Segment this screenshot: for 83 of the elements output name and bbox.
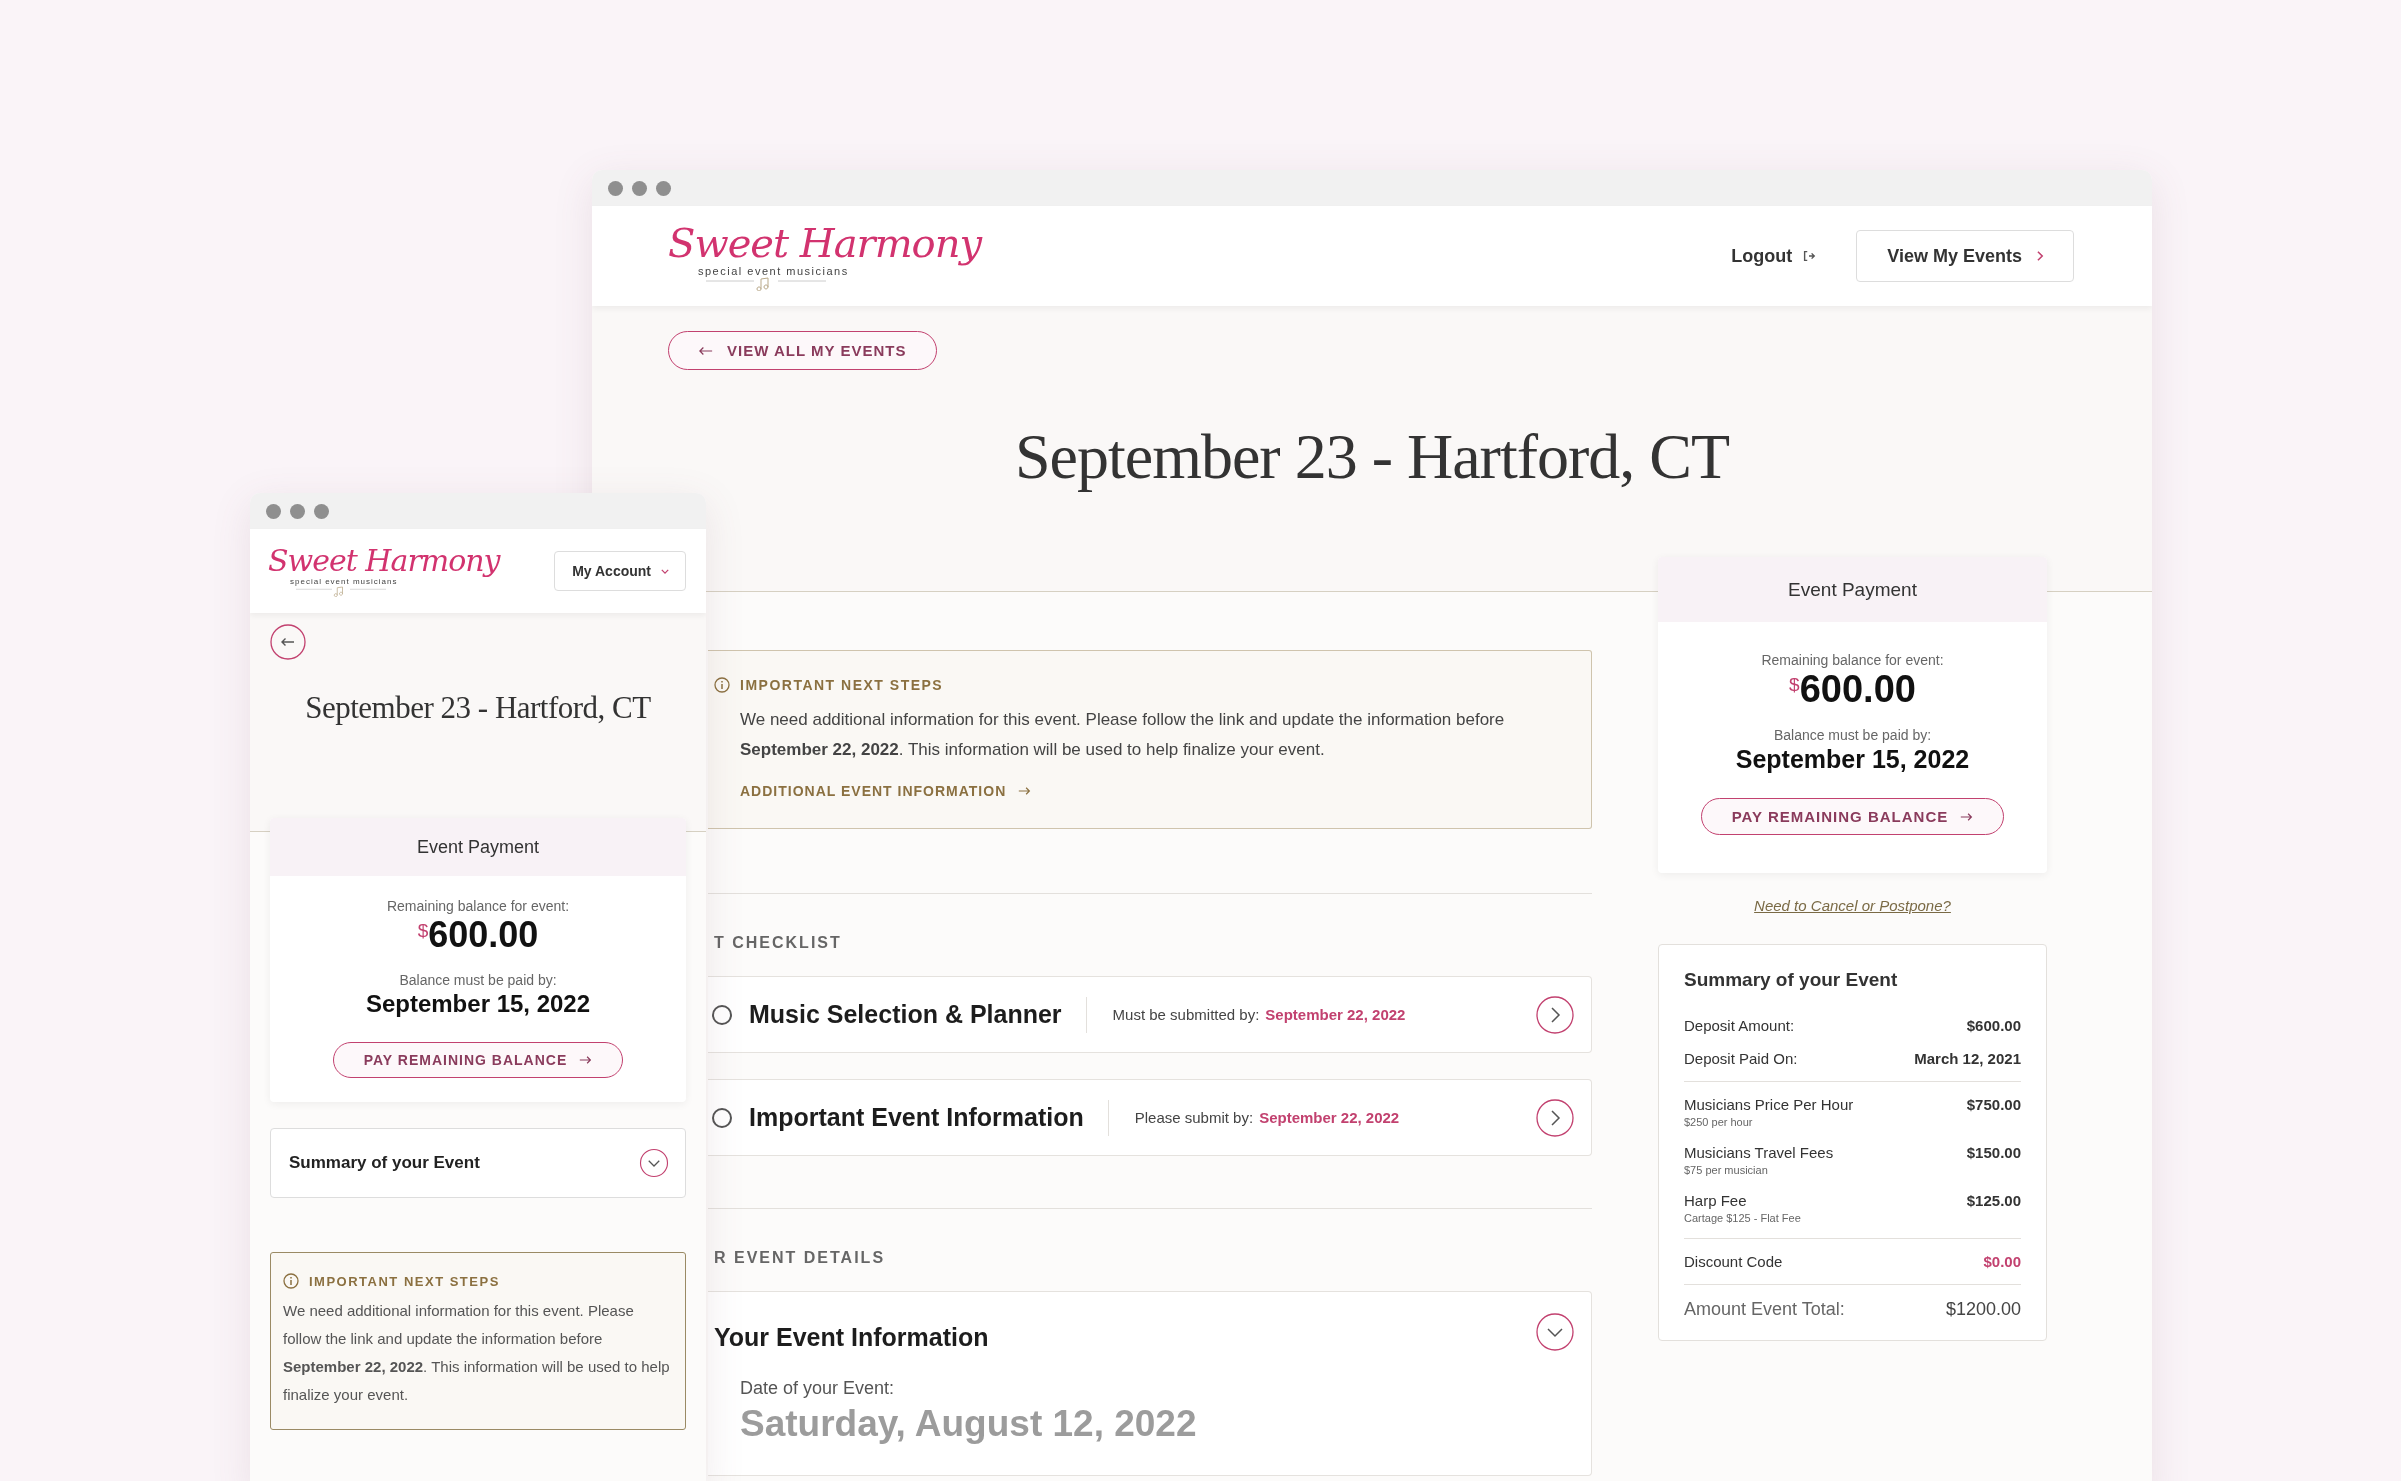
cancel-link[interactable]: Need to Cancel or Postpone? [1754, 897, 1951, 914]
checklist-title: Music Selection & Planner [749, 1000, 1062, 1029]
arrow-right-icon [1960, 811, 1974, 822]
due-label: Please submit by: [1134, 1109, 1254, 1126]
notice-text: We need additional information for this event. Please follow the link and update the information before September 22, 2022. This information will be used to help finalize your event. [740, 709, 1506, 761]
summary-accordion[interactable]: Summary of your Event [270, 1128, 686, 1198]
chevron-right-icon[interactable] [1535, 994, 1575, 1035]
window-dot-icon [266, 503, 281, 519]
card-title: Your Event Information [714, 1322, 989, 1352]
window-dot-icon [632, 180, 647, 196]
summary-label: Discount Code [1684, 1253, 1783, 1270]
chevron-right-icon[interactable] [1535, 1097, 1575, 1138]
summary-label: Musicians Price Per Hour [1684, 1096, 1854, 1113]
currency-symbol: $ [417, 920, 429, 941]
due-date: September 22, 2022 [1259, 1109, 1401, 1126]
info-icon [283, 1273, 299, 1289]
summary-value: March 12, 2021 [1914, 1050, 2021, 1067]
summary-label: Amount Event Total: [1684, 1299, 1845, 1320]
event-date: Saturday, August 12, 2022 [740, 1403, 1198, 1445]
due-date: September 22, 2022 [1265, 1006, 1407, 1023]
info-icon [714, 677, 730, 693]
due-date: September 15, 2022 [1735, 745, 1970, 774]
balance-amount: 600.00 [428, 914, 539, 956]
summary-label: Musicians Travel Fees [1684, 1144, 1834, 1161]
card-title: Event Payment [1658, 557, 2047, 622]
notice-text: We need additional information for this event. Please follow the link and update the information before September 22, 2022. This information will be used to help finalize your event. [283, 1301, 671, 1405]
logo[interactable]: Sweet Harmony special event musicians [268, 545, 500, 597]
due-date: September 15, 2022 [365, 990, 591, 1018]
arrow-right-icon [1018, 786, 1032, 796]
summary-value: $750.00 [1966, 1096, 2021, 1113]
currency-symbol: $ [1789, 674, 1800, 695]
summary-value: $1200.00 [1945, 1299, 2021, 1320]
card-title: Summary of your Event [1684, 969, 1899, 991]
summary-label: Deposit Amount: [1684, 1017, 1795, 1034]
view-my-events-button[interactable]: View My Events [1856, 230, 2074, 282]
balance-amount: 600.00 [1799, 668, 1916, 711]
arrow-left-icon [699, 345, 713, 356]
section-label: IMPORTANT NEXT STEPS [740, 677, 944, 693]
due-label: Balance must be paid by: [399, 972, 557, 988]
pay-balance-button[interactable]: PAY REMAINING BALANCE [1700, 798, 2005, 835]
logo[interactable]: Sweet Harmony special event musicians [668, 221, 981, 291]
summary-label: Harp Fee [1684, 1192, 1748, 1209]
summary-label: Deposit Paid On: [1684, 1050, 1798, 1067]
chevron-down-icon[interactable] [639, 1148, 669, 1178]
page-title: September 23 - Hartford, CT [1013, 420, 1731, 494]
section-label: IMPORTANT NEXT STEPS [309, 1273, 500, 1289]
summary-note: $250 per hour [1684, 1116, 1754, 1128]
window-dot-icon [314, 503, 329, 519]
summary-value: $125.00 [1966, 1192, 2021, 1209]
additional-info-link[interactable]: ADDITIONAL EVENT INFORMATION [740, 783, 1032, 799]
window-dot-icon [608, 180, 623, 196]
pay-balance-button[interactable]: PAY REMAINING BALANCE [332, 1042, 624, 1078]
logout-icon [1802, 249, 1817, 263]
section-label: T CHECKLIST [714, 934, 843, 952]
view-all-events-button[interactable]: VIEW ALL MY EVENTS [668, 331, 938, 370]
chevron-down-icon[interactable] [1535, 1312, 1575, 1352]
card-title: Event Payment [270, 818, 686, 876]
summary-value: $600.00 [1966, 1017, 2021, 1034]
window-dot-icon [656, 180, 671, 196]
back-button[interactable] [270, 624, 306, 660]
section-label: R EVENT DETAILS [714, 1249, 887, 1267]
summary-value: $0.00 [1983, 1253, 2021, 1270]
checklist-title: Important Event Information [749, 1103, 1084, 1132]
balance-label: Remaining balance for event: [1761, 652, 1944, 668]
due-label: Balance must be paid by: [1773, 727, 1932, 743]
checklist-item[interactable]: Important Event Information Please submit by: September 22, 2022 [708, 1079, 1592, 1156]
window-dot-icon [290, 503, 305, 519]
balance-label: Remaining balance for event: [386, 898, 570, 914]
summary-note: $75 per musician [1684, 1164, 1769, 1176]
checklist-item[interactable]: Music Selection & Planner Must be submitted by: September 22, 2022 [708, 976, 1592, 1053]
music-notes-icon [296, 586, 386, 597]
logout-link[interactable]: Logout [1731, 245, 1817, 267]
caret-icon [661, 567, 669, 575]
field-label: Date of your Event: [740, 1378, 896, 1399]
account-menu-button[interactable]: My Account [554, 551, 686, 591]
summary-note: Cartage $125 - Flat Fee [1684, 1212, 1801, 1224]
arrow-right-icon [579, 1055, 593, 1065]
page-title: September 23 - Hartford, CT [304, 690, 652, 726]
music-notes-icon [706, 277, 826, 291]
due-label: Must be submitted by: [1112, 1006, 1260, 1023]
card-title: Summary of your Event [289, 1153, 480, 1173]
chevron-right-icon [2036, 250, 2045, 262]
summary-value: $150.00 [1966, 1144, 2021, 1161]
